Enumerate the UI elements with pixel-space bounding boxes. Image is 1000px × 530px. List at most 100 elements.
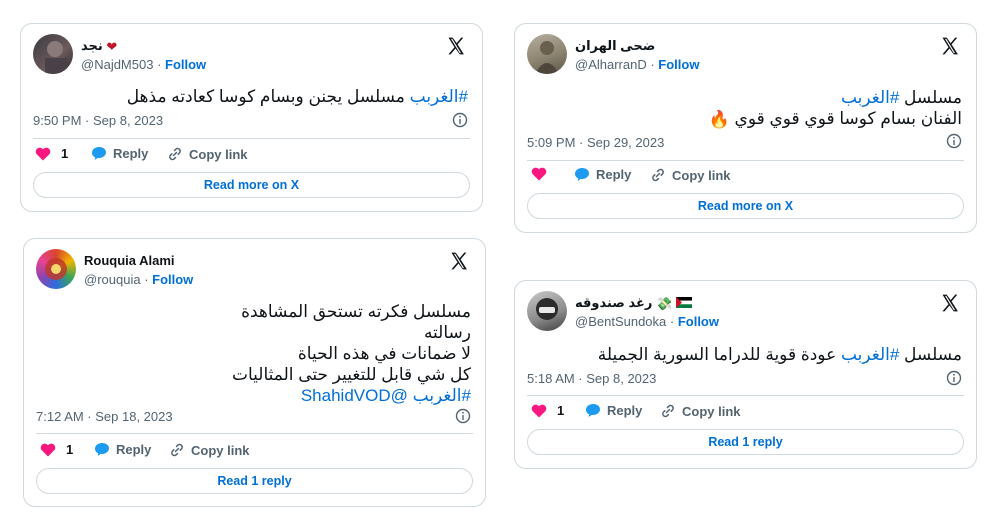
copy-link-label: Copy link (191, 442, 250, 458)
like-button[interactable]: 1 (40, 442, 73, 457)
fire-emoji-icon: 🔥 (708, 110, 730, 130)
x-logo-icon[interactable] (449, 251, 469, 271)
info-icon[interactable] (455, 408, 471, 424)
copy-link-label: Copy link (682, 403, 741, 419)
read-more-button[interactable]: Read more on X (33, 172, 470, 198)
reply-label: Reply (116, 442, 152, 457)
tweet-actions: 1 Reply Copy link (38, 442, 471, 462)
heart-icon (531, 404, 547, 417)
follow-button[interactable]: Follow (165, 57, 206, 72)
tweet-line: كل شي قابل للتغيير حتى المثاليات (231, 365, 471, 384)
tweet-line: لا ضمانات في هذه الحياة (297, 344, 471, 363)
author-handle-line: @BentSundoka · Follow (575, 314, 719, 329)
reply-bubble-icon (95, 443, 109, 456)
author-handle[interactable]: @BentSundoka (575, 314, 666, 329)
author-handle[interactable]: @AlharranD (575, 57, 647, 72)
tweet-line: #الغربب @ShahidVOD (232, 385, 471, 406)
avatar-image (535, 41, 559, 74)
link-icon (171, 443, 183, 457)
author-name[interactable]: Rouquia Alami (84, 253, 175, 268)
info-icon[interactable] (946, 133, 962, 149)
reply-button[interactable]: Reply (91, 146, 148, 161)
avatar-image (536, 298, 558, 320)
tweet-header: ❤ نجد @NajdM503 · Follow (33, 34, 470, 78)
author-handle-line: @NajdM503 · Follow (81, 57, 207, 72)
reply-bubble-icon (586, 404, 600, 417)
tweet-text: #الغربب مسلسل يجنن وبسام كوسا كعادته مذه… (126, 87, 468, 106)
author-handle-line: @rouquia · Follow (84, 272, 194, 287)
info-icon[interactable] (946, 370, 962, 386)
reply-label: Reply (607, 403, 643, 418)
hashtag-link[interactable]: #الغربب (410, 87, 468, 106)
like-button[interactable]: 1 (35, 146, 68, 161)
reply-label: Reply (596, 167, 632, 182)
copy-link-button[interactable]: Copy link (650, 167, 731, 183)
follow-button[interactable]: Follow (152, 272, 193, 287)
hashtag-link[interactable]: #الغربب (841, 88, 899, 107)
avatar[interactable] (33, 34, 73, 74)
author-handle[interactable]: @rouquia (84, 272, 141, 287)
tweet-header: ضحى الهران @AlharranD · Follow (527, 34, 964, 78)
author-name[interactable]: 💸 رغد صندوقه (575, 295, 692, 312)
tweet-card: ❤ نجد @NajdM503 · Follow #الغربب مسلسل ي… (20, 23, 483, 212)
reply-bubble-icon (575, 168, 589, 181)
follow-button[interactable]: Follow (678, 314, 719, 329)
tweet-card: Rouquia Alami @rouquia · Follow مسلسل فك… (23, 238, 486, 507)
tweet-timestamp[interactable]: 5:09 PM · Sep 29, 2023 (527, 135, 664, 150)
like-button[interactable]: 1 (531, 403, 564, 418)
divider (527, 395, 964, 396)
heart-emoji-icon: ❤ (106, 38, 118, 54)
reply-button[interactable]: Reply (585, 403, 642, 418)
reply-button[interactable]: Reply (94, 442, 151, 457)
author-name[interactable]: ضحى الهران (575, 38, 655, 54)
divider (33, 138, 470, 139)
tweet-timestamp[interactable]: 7:12 AM · Sep 18, 2023 (36, 409, 173, 424)
copy-link-button[interactable]: Copy link (167, 146, 248, 162)
read-more-button[interactable]: Read more on X (527, 193, 964, 219)
tweet-timestamp[interactable]: 5:18 AM · Sep 8, 2023 (527, 371, 656, 386)
copy-link-label: Copy link (672, 167, 731, 183)
tweet-card: 💸 رغد صندوقه @BentSundoka · Follow مسلسل… (514, 280, 977, 469)
avatar[interactable] (36, 249, 76, 289)
hashtag-link[interactable]: #الغربب (413, 386, 471, 405)
x-logo-icon[interactable] (446, 36, 466, 56)
like-count: 1 (66, 442, 74, 457)
info-icon[interactable] (452, 112, 468, 128)
copy-link-button[interactable]: Copy link (660, 403, 741, 419)
heart-icon (35, 147, 51, 160)
avatar[interactable] (527, 291, 567, 331)
author-name[interactable]: ❤ نجد (81, 38, 117, 55)
like-button[interactable] (531, 167, 547, 181)
follow-button[interactable]: Follow (658, 57, 699, 72)
mention-link[interactable]: @ShahidVOD (301, 386, 408, 405)
x-logo-icon[interactable] (940, 36, 960, 56)
tweet-line: مسلسل فكرته تستحق المشاهدة (241, 302, 471, 321)
link-icon (652, 168, 664, 182)
read-replies-button[interactable]: Read 1 reply (36, 468, 473, 494)
like-count: 1 (557, 403, 565, 418)
avatar-image (45, 41, 67, 74)
tweet-timestamp[interactable]: 9:50 PM · Sep 8, 2023 (33, 113, 163, 128)
heart-icon (40, 443, 56, 456)
reply-button[interactable]: Reply (574, 167, 631, 182)
avatar-image (45, 258, 67, 280)
palestine-flag-icon (675, 296, 692, 311)
link-icon (169, 147, 181, 161)
copy-link-label: Copy link (189, 146, 248, 162)
tweet-text: مسلسل #الغربب الفنان بسام كوسا قوي قوي ق… (709, 87, 962, 130)
tweet-header: 💸 رغد صندوقه @BentSundoka · Follow (527, 291, 964, 335)
link-icon (662, 404, 674, 418)
heart-icon (531, 167, 547, 181)
tweet-actions: 1 Reply Copy link (35, 146, 468, 166)
avatar[interactable] (527, 34, 567, 74)
tweet-line: الفنان بسام كوسا قوي قوي قوي 🔥 (708, 109, 962, 130)
author-handle[interactable]: @NajdM503 (81, 57, 153, 72)
tweet-card: ضحى الهران @AlharranD · Follow مسلسل #ال… (514, 23, 977, 233)
hashtag-link[interactable]: #الغربب (841, 345, 899, 364)
money-emoji-icon: 💸 (655, 295, 673, 311)
read-replies-button[interactable]: Read 1 reply (527, 429, 964, 455)
tweet-actions: Reply Copy link (529, 167, 962, 187)
tweet-line: مسلسل #الغربب (840, 88, 962, 107)
x-logo-icon[interactable] (940, 293, 960, 313)
copy-link-button[interactable]: Copy link (169, 442, 250, 458)
